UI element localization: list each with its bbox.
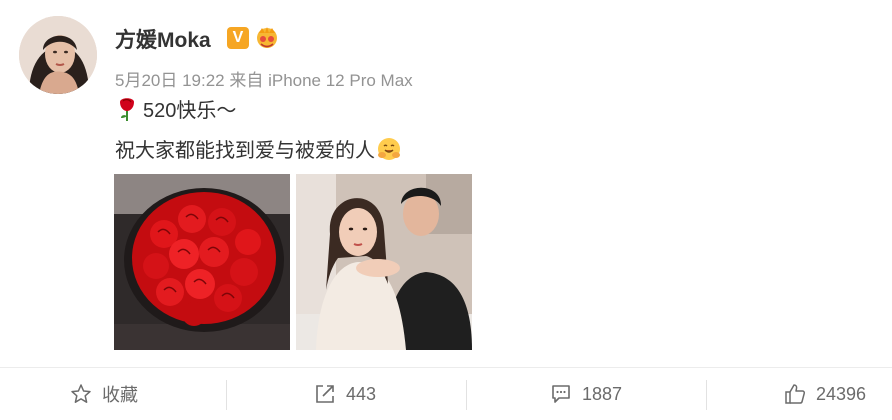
post-text-line-1-text: 520快乐～ <box>143 100 237 122</box>
comment-count: 1887 <box>582 383 623 404</box>
hug-emoji-icon <box>378 137 400 160</box>
couple-photo-image <box>296 174 472 350</box>
post-text-line-2-text: 祝大家都能找到爱与被爱的人 <box>115 140 375 162</box>
verified-badge: V <box>227 27 249 49</box>
post-text-line-1: 520快乐～ <box>115 94 236 123</box>
rose-icon <box>120 97 134 121</box>
author-avatar[interactable] <box>19 16 97 94</box>
thumbs-up-icon <box>785 384 806 404</box>
star-icon <box>71 384 91 403</box>
post-photo-roses[interactable] <box>114 174 290 350</box>
action-bar: 收藏 443 1887 24396 <box>0 368 892 420</box>
favorite-label: 收藏 <box>102 385 138 405</box>
action-separator <box>466 380 467 410</box>
post-meta: 5月20日 19:22 来自 iPhone 12 Pro Max <box>115 71 413 90</box>
favorite-button[interactable]: 收藏 <box>70 368 138 420</box>
avatar-image <box>19 16 97 94</box>
share-count: 443 <box>346 383 377 404</box>
post-text-line-2: 祝大家都能找到爱与被爱的人 <box>115 134 401 163</box>
share-icon <box>316 385 334 403</box>
like-count: 24396 <box>816 383 867 404</box>
action-separator <box>226 380 227 410</box>
like-button[interactable]: 24396 <box>784 368 866 420</box>
author-name[interactable]: 方媛Moka <box>115 24 211 54</box>
share-button[interactable]: 443 <box>314 368 376 420</box>
action-separator <box>706 380 707 410</box>
post-photo-couple[interactable] <box>296 174 472 350</box>
comment-icon <box>552 385 570 403</box>
comment-button[interactable]: 1887 <box>550 368 622 420</box>
fan-badge-icon <box>257 27 277 48</box>
roses-bouquet-image <box>114 174 290 350</box>
